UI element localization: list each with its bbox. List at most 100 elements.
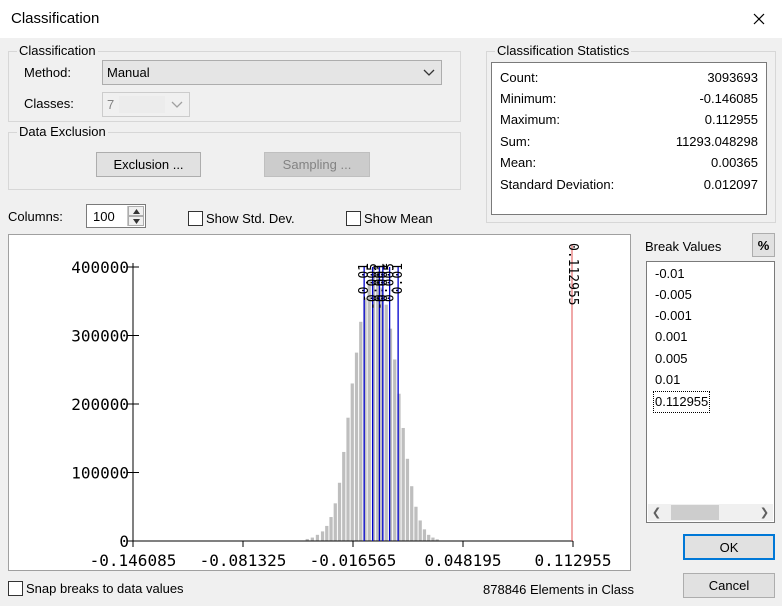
snap-breaks-label: Snap breaks to data values [26, 581, 184, 596]
histogram-bar [427, 534, 431, 541]
histogram-bar [405, 458, 410, 541]
stat-value: 3093693 [707, 70, 758, 85]
columns-spinner[interactable]: 100 [86, 204, 146, 228]
method-label: Method: [24, 65, 71, 80]
histogram-bar [315, 534, 320, 541]
y-tick-label: 400000 [71, 258, 129, 277]
break-value-item[interactable]: 0.01 [654, 370, 681, 390]
triangle-up-icon [132, 208, 140, 214]
histogram-chart: 0 100000 200000 300000 400000 -0.146085 -0.081… [71, 243, 611, 570]
scroll-right-icon[interactable]: ❯ [756, 504, 773, 521]
histogram-bar [310, 537, 314, 541]
histogram-bar [333, 503, 337, 541]
histogram-bar [359, 321, 363, 541]
close-icon [753, 13, 765, 25]
spin-down-button[interactable] [128, 216, 144, 226]
histogram-bar [401, 427, 405, 541]
histogram-bar [410, 486, 414, 541]
histogram-panel[interactable]: 0 100000 200000 300000 400000 -0.146085 -0.081… [8, 234, 631, 571]
stat-row-minimum: Minimum: -0.146085 [500, 91, 758, 111]
data-exclusion-legend: Data Exclusion [17, 124, 108, 140]
checkbox-box[interactable] [8, 581, 23, 596]
stat-row-std-dev: Standard Deviation: 0.012097 [500, 177, 758, 197]
show-std-dev-label: Show Std. Dev. [206, 211, 295, 226]
histogram-bar [342, 451, 346, 541]
elements-in-class-status: 878846 Elements in Class [483, 582, 635, 597]
window-title: Classification [11, 10, 100, 27]
stat-value: 11293.048298 [675, 134, 758, 149]
chevron-down-icon [423, 69, 435, 76]
break-value-item-selected[interactable]: 0.112955 [652, 391, 711, 413]
histogram-bar [325, 525, 329, 541]
method-select[interactable]: Manual [102, 60, 442, 85]
stat-value: 0.00365 [711, 155, 758, 170]
break-value-item[interactable]: 0.005 [654, 349, 689, 369]
histogram-bar [384, 304, 388, 541]
y-tick-label: 200000 [71, 395, 129, 414]
stat-row-mean: Mean: 0.00365 [500, 155, 758, 175]
histogram-bar [414, 506, 418, 541]
stat-label: Maximum: [500, 112, 560, 127]
y-tick-label: 100000 [71, 464, 129, 483]
method-value: Manual [107, 65, 150, 80]
stat-label: Sum: [500, 134, 531, 149]
x-tick-label: -0.016565 [310, 551, 397, 570]
columns-value: 100 [93, 209, 115, 224]
spin-up-button[interactable] [128, 206, 144, 216]
break-value-item[interactable]: 0.001 [654, 327, 689, 347]
cancel-button[interactable]: Cancel [683, 573, 775, 598]
break-value-item[interactable]: -0.01 [654, 264, 686, 284]
histogram-bar [422, 529, 427, 541]
histogram-bar [393, 359, 397, 541]
snap-breaks-checkbox[interactable]: Snap breaks to data values [8, 581, 184, 596]
title-bar: Classification [0, 0, 782, 38]
data-exclusion-group: Data Exclusion [8, 124, 461, 190]
scroll-left-icon[interactable]: ❮ [648, 504, 665, 521]
break-value-item[interactable]: -0.005 [654, 285, 693, 305]
horizontal-scrollbar[interactable]: ❮ ❯ [648, 504, 773, 521]
show-mean-checkbox[interactable]: Show Mean [346, 211, 433, 226]
histogram-bar [329, 517, 333, 541]
classification-legend: Classification [17, 43, 98, 59]
stat-value: 0.112955 [704, 112, 758, 127]
show-mean-label: Show Mean [364, 211, 433, 226]
chevron-down-icon [171, 101, 183, 108]
break-value-item[interactable]: -0.001 [654, 306, 693, 326]
stat-label: Mean: [500, 155, 537, 170]
break-values-list[interactable]: -0.01 -0.005 -0.001 0.001 0.005 0.01 0.1… [646, 261, 775, 523]
break-values-label: Break Values [645, 239, 722, 254]
histogram-bar [367, 280, 371, 541]
scrollbar-thumb[interactable] [671, 505, 719, 520]
classes-select[interactable]: 7 [102, 92, 190, 117]
checkbox-box[interactable] [188, 211, 203, 226]
x-tick-label: 0.048195 [424, 551, 501, 570]
stat-row-count: Count: 3093693 [500, 70, 758, 90]
y-tick-label: 300000 [71, 327, 129, 346]
columns-label: Columns: [8, 209, 63, 224]
stat-label: Minimum: [500, 91, 557, 106]
statistics-legend: Classification Statistics [495, 43, 632, 59]
checkbox-box[interactable] [346, 211, 361, 226]
stat-value: -0.146085 [699, 91, 758, 106]
triangle-down-icon [132, 218, 140, 224]
statistics-box: Count: 3093693 Minimum: -0.146085 Maximu… [491, 62, 767, 215]
histogram-bar [346, 417, 350, 541]
classes-value: 7 [107, 97, 115, 112]
percent-button[interactable]: % [752, 233, 775, 257]
sampling-button[interactable]: Sampling ... [264, 152, 370, 177]
histogram-bar [431, 537, 435, 541]
stat-value: 0.012097 [703, 177, 758, 192]
x-tick-label: -0.081325 [200, 551, 287, 570]
close-button[interactable] [736, 0, 782, 38]
show-std-dev-checkbox[interactable]: Show Std. Dev. [188, 211, 295, 226]
stat-row-maximum: Maximum: 0.112955 [500, 112, 758, 132]
x-tick-label: -0.146085 [90, 551, 177, 570]
break-label: 0.01 [391, 263, 406, 294]
x-tick-label: 0.112955 [534, 551, 611, 570]
stat-row-sum: Sum: 11293.048298 [500, 134, 758, 154]
histogram-bar [418, 520, 422, 541]
ok-button[interactable]: OK [683, 534, 775, 560]
histogram-bar [337, 482, 342, 541]
y-tick-label: 0 [119, 532, 129, 551]
exclusion-button[interactable]: Exclusion ... [96, 152, 201, 177]
